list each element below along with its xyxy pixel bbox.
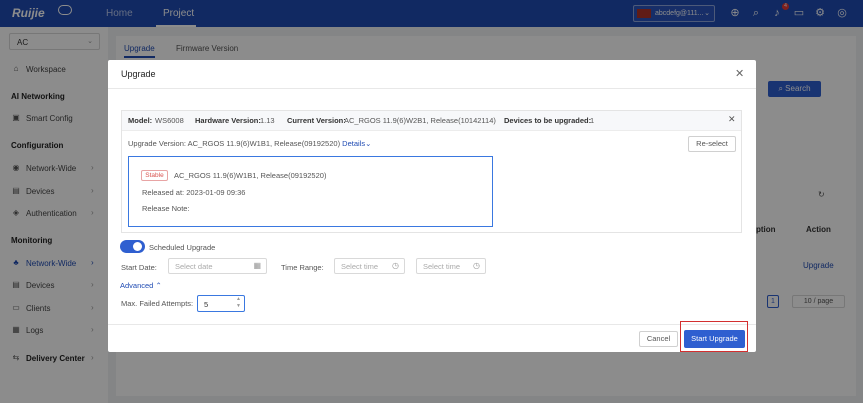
- modal-title: Upgrade: [121, 69, 156, 79]
- start-date-placeholder: Select date: [175, 262, 213, 271]
- current-version-label: Current Version:: [287, 116, 346, 125]
- close-icon[interactable]: ✕: [728, 114, 736, 125]
- model-value: WS6008: [155, 116, 184, 125]
- hardware-version-label: Hardware Version:: [195, 116, 261, 125]
- footer-divider: [108, 324, 756, 325]
- scheduled-upgrade-label: Scheduled Upgrade: [149, 243, 216, 252]
- close-icon[interactable]: ✕: [735, 67, 744, 80]
- scheduled-upgrade-toggle[interactable]: [120, 240, 145, 253]
- stepper-arrows-icon[interactable]: ▲ ▼: [236, 296, 241, 310]
- time-end-placeholder: Select time: [423, 262, 461, 271]
- device-info-row: Model: WS6008 Hardware Version: 1.13 Cur…: [122, 111, 741, 131]
- released-at: Released at: 2023-01-09 09:36: [142, 188, 246, 197]
- max-failed-label: Max. Failed Attempts:: [121, 299, 194, 308]
- highlight-box: [680, 321, 748, 352]
- calendar-icon: ▦: [253, 261, 261, 270]
- upgrade-version-text: Upgrade Version: AC_RGOS 11.9(6)W1B1, Re…: [128, 139, 341, 148]
- start-date-picker[interactable]: Select date ▦: [168, 258, 267, 274]
- advanced-label: Advanced: [120, 281, 154, 290]
- time-range-label: Time Range:: [281, 263, 324, 272]
- max-failed-value: 5: [204, 300, 209, 309]
- stable-badge: Stable: [141, 170, 168, 181]
- advanced-toggle[interactable]: Advanced ⌃: [120, 281, 162, 290]
- clock-icon: ◷: [473, 261, 480, 270]
- current-version-value: AC_RGOS 11.9(6)W2B1, Release(10142114): [344, 116, 496, 125]
- time-start-placeholder: Select time: [341, 262, 379, 271]
- version-card[interactable]: Stable AC_RGOS 11.9(6)W1B1, Release(0919…: [128, 156, 493, 227]
- cancel-button[interactable]: Cancel: [639, 331, 678, 347]
- release-note: Release Note:: [142, 204, 190, 213]
- upgrade-version-line: Upgrade Version: AC_RGOS 11.9(6)W1B1, Re…: [128, 139, 371, 148]
- details-label: Details: [342, 139, 366, 148]
- model-label: Model:: [128, 116, 153, 125]
- reselect-button[interactable]: Re-select: [688, 136, 736, 152]
- modal-divider: [108, 88, 756, 89]
- start-date-label: Start Date:: [121, 263, 157, 272]
- clock-icon: ◷: [392, 261, 399, 270]
- time-start-picker[interactable]: Select time ◷: [334, 258, 405, 274]
- version-name: AC_RGOS 11.9(6)W1B1, Release(09192520): [174, 171, 327, 180]
- device-panel: Model: WS6008 Hardware Version: 1.13 Cur…: [121, 110, 742, 233]
- toggle-knob: [133, 242, 142, 251]
- devices-count-label: Devices to be upgraded:: [504, 116, 592, 125]
- hardware-version-value: 1.13: [260, 116, 275, 125]
- details-link[interactable]: Details⌄: [342, 139, 371, 148]
- time-end-picker[interactable]: Select time ◷: [416, 258, 486, 274]
- devices-count-value: 1: [590, 116, 595, 125]
